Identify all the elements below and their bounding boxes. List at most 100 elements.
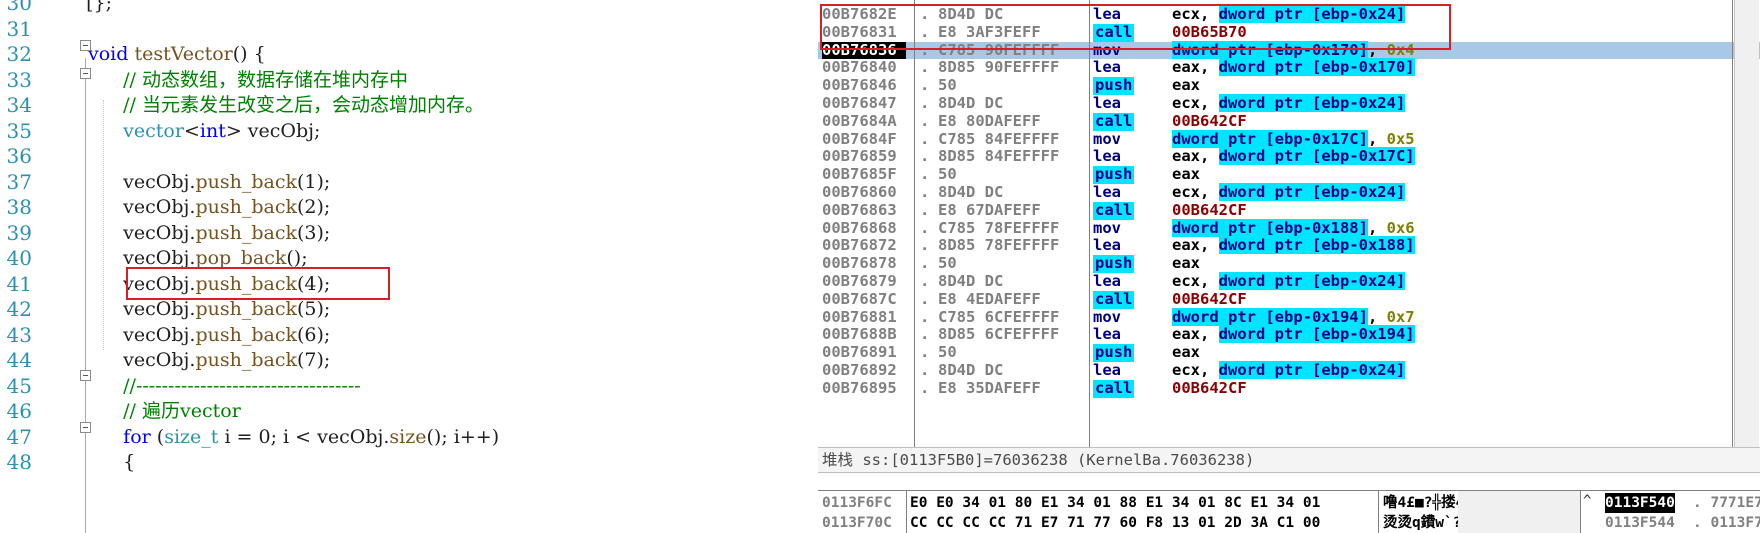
info-bar-text: ss:[0113F5B0]=76036238 (KernelBa.7603623…: [853, 451, 1255, 469]
instruction-row[interactable]: 00B76879. 8D4D DC lea ecx, dword ptr [ebp-0…: [818, 272, 1760, 291]
code-line[interactable]: 34 // 当元素发生改变之后，会动态增加内存。: [0, 91, 818, 120]
code-token: {: [99, 451, 136, 473]
instruction-bytes: 50: [938, 344, 957, 362]
instruction-row[interactable]: 00B76847. 8D4D DC lea ecx, dword ptr [ebp-0…: [818, 94, 1760, 113]
code-line[interactable]: 39 vecObj.push_back(3);: [0, 219, 818, 248]
code-line[interactable]: 46 // 遍历vector: [0, 397, 818, 426]
code-token: (1);: [296, 170, 331, 193]
memory-operand: dword ptr [ebp-0x24]: [1218, 361, 1406, 379]
instruction-mnemonic: lea: [1093, 183, 1121, 201]
fold-toggle-separator[interactable]: [80, 370, 91, 381]
immediate-operand: 0x6: [1386, 218, 1415, 237]
source-editor[interactable]: 30 [}; 31 32 void testVector() {33 // 动态数组，…: [0, 0, 818, 533]
fold-toggle-function[interactable]: [80, 40, 91, 51]
code-text: // 当元素发生改变之后，会动态增加内存。: [99, 91, 484, 120]
instruction-address: 00B76859: [822, 147, 897, 166]
code-line[interactable]: 35 vector<int> vecObj;: [0, 117, 818, 146]
flow-marker: .: [920, 343, 930, 362]
instruction-row[interactable]: 00B7688B. 8D85 6CFEFFFF lea eax, dword ptr …: [818, 325, 1760, 344]
code-line[interactable]: 32 void testVector() {: [0, 40, 818, 69]
stack-view[interactable]: ^ 0113F540. 7771E7 0113F544. 0113F7: [1580, 490, 1760, 533]
fold-toggle-for-loop[interactable]: [80, 422, 91, 433]
instruction-row[interactable]: 00B7684F. C785 84FEFFFF mov dword ptr [ebp-…: [818, 129, 1760, 149]
instruction-address: 00B76847: [822, 94, 897, 112]
code-token: push_back: [195, 349, 297, 371]
code-token: (6);: [296, 323, 331, 346]
instruction-mnemonic: lea: [1093, 325, 1121, 344]
code-text: // 动态数组，数据存储在堆内存中: [99, 66, 408, 95]
code-line[interactable]: 40 vecObj.pop_back();: [0, 244, 818, 273]
instruction-row[interactable]: 00B76859. 8D85 84FEFFFF lea eax, dword ptr …: [818, 147, 1760, 166]
instruction-row[interactable]: 00B76868. C785 78FEFFFF mov dword ptr [ebp-…: [818, 218, 1760, 238]
line-number: 32: [6, 42, 32, 66]
memory-dump[interactable]: 0113F6FC E0 E0 34 01 80 E1 34 01 88 E1 34…: [818, 490, 1505, 533]
fold-toggle-comment-block[interactable]: [80, 68, 91, 79]
instruction-row[interactable]: 00B76891. 50 push eax: [818, 343, 1760, 362]
instruction-mnemonic: lea: [1093, 58, 1121, 77]
instruction-mnemonic: mov: [1093, 307, 1121, 326]
debugger-pane[interactable]: 00B7682E. 8D4D DC lea ecx, dword ptr [ebp-0…: [818, 0, 1760, 533]
code-line[interactable]: 42 vecObj.push_back(5);: [0, 295, 818, 324]
instruction-mnemonic: push: [1093, 76, 1135, 95]
code-token: // 遍历vector: [99, 400, 241, 422]
stack-row[interactable]: 0113F540 . 7771E7: [1581, 493, 1760, 513]
stack-row[interactable]: 0113F544 . 0113F7: [1581, 513, 1760, 533]
code-line[interactable]: 45 //-----------------------------------: [0, 372, 818, 401]
call-target: 00B642CF: [1172, 200, 1247, 219]
dump-scrollbar[interactable]: [1458, 490, 1580, 533]
line-number: 44: [6, 348, 32, 372]
code-token: <: [183, 119, 200, 142]
line-number: 37: [6, 169, 32, 194]
code-token: [: [74, 0, 94, 14]
instruction-operands: ecx, dword ptr [ebp-0x24]: [1172, 361, 1406, 380]
code-line[interactable]: 33 // 动态数组，数据存储在堆内存中: [0, 66, 818, 95]
code-line[interactable]: 37 vecObj.push_back(1);: [0, 168, 818, 197]
memory-operand: dword ptr [ebp-0x194]: [1172, 307, 1368, 326]
instruction-address: 00B76881: [822, 307, 897, 326]
instruction-address: 00B7688B: [822, 325, 897, 344]
code-token: push_back: [195, 298, 297, 320]
code-token: testVector: [134, 43, 233, 65]
code-line[interactable]: 48 {: [0, 448, 818, 477]
code-line[interactable]: 44 vecObj.push_back(7);: [0, 346, 818, 375]
instruction-row[interactable]: 00B76846. 50 push eax: [818, 76, 1760, 95]
instruction-operands: eax, dword ptr [ebp-0x170]: [1172, 58, 1415, 77]
instruction-row[interactable]: 00B76872. 8D85 78FEFFFF lea eax, dword ptr …: [818, 236, 1760, 255]
disassembly-scrollbar[interactable]: [1734, 0, 1759, 447]
code-line[interactable]: 36: [0, 142, 818, 171]
code-line[interactable]: 47 for (size_t i = 0; i < vecObj.size();…: [0, 423, 818, 452]
code-token: void: [88, 43, 129, 65]
code-token: for: [123, 425, 151, 448]
instruction-row[interactable]: 00B76892. 8D4D DC lea ecx, dword ptr [ebp-0…: [818, 361, 1760, 380]
instruction-mnemonic: mov: [1093, 129, 1121, 148]
instruction-row[interactable]: 00B76878. 50 push eax: [818, 254, 1760, 273]
instruction-operands: eax, dword ptr [ebp-0x188]: [1172, 236, 1415, 255]
instruction-row[interactable]: 00B76881. C785 6CFEFFFF mov dword ptr [ebp-…: [818, 307, 1760, 327]
instruction-row[interactable]: 00B7685F. 50 push eax: [818, 165, 1760, 184]
instruction-row[interactable]: 00B76860. 8D4D DC lea ecx, dword ptr [ebp-0…: [818, 183, 1760, 202]
flow-marker: .: [920, 378, 930, 397]
dump-row[interactable]: 0113F6FC E0 E0 34 01 80 E1 34 01 88 E1 34…: [818, 493, 1505, 513]
instruction-row[interactable]: 00B7684A. E8 80DAFEFF call 00B642CF: [818, 112, 1760, 131]
operand-text: ecx,: [1172, 183, 1219, 201]
immediate-operand: 0x5: [1386, 129, 1415, 148]
instruction-row[interactable]: 00B76895. E8 35DAFEFF call 00B642CF: [818, 378, 1760, 398]
instruction-row[interactable]: 00B76863. E8 67DAFEFF call 00B642CF: [818, 200, 1760, 220]
instruction-row[interactable]: 00B76840. 8D85 90FEFFFF lea eax, dword ptr …: [818, 58, 1760, 77]
instruction-bytes: 8D85 78FEFFFF: [938, 237, 1060, 255]
line-number: 31: [6, 16, 32, 41]
instruction-operands: eax, dword ptr [ebp-0x194]: [1172, 325, 1415, 344]
code-token: vecObj.: [99, 170, 196, 193]
code-line[interactable]: 38 vecObj.push_back(2);: [0, 193, 818, 222]
dump-row[interactable]: 0113F70C CC CC CC CC 71 E7 71 77 60 F8 13…: [818, 513, 1496, 533]
operand-text: ecx,: [1172, 94, 1219, 112]
code-line[interactable]: 31: [0, 15, 818, 44]
instruction-row[interactable]: 00B7687C. E8 4EDAFEFF call 00B642CF: [818, 290, 1760, 309]
code-token: () {: [232, 43, 266, 65]
memory-operand: dword ptr [ebp-0x17C]: [1218, 147, 1415, 166]
code-token: (3);: [296, 221, 331, 244]
instruction-bytes: 50: [938, 255, 957, 273]
code-line[interactable]: 43 vecObj.push_back(6);: [0, 321, 818, 350]
code-line[interactable]: 41 vecObj.push_back(4);: [0, 270, 818, 299]
code-text: vecObj.push_back(7);: [99, 346, 330, 375]
